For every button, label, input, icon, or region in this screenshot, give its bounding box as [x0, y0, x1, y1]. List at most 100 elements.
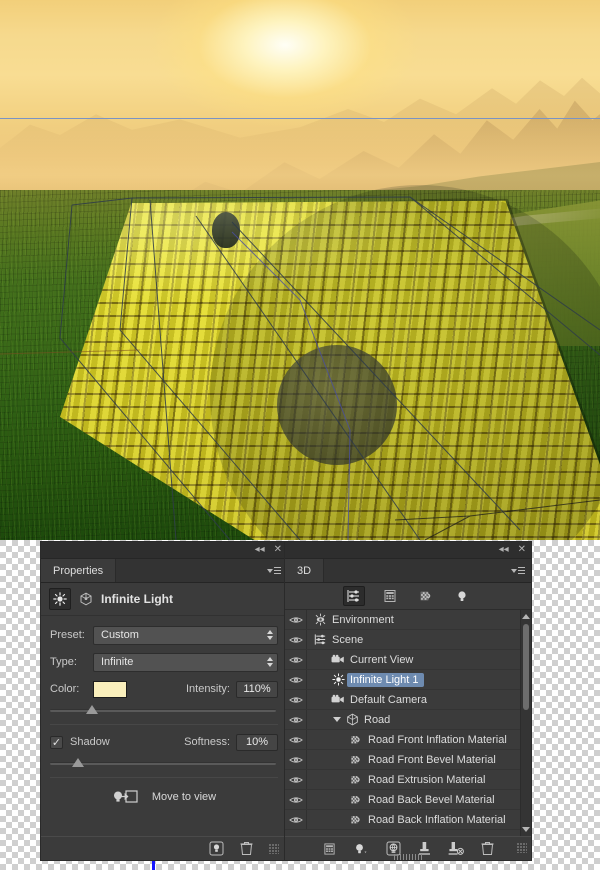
eye-icon[interactable] [285, 610, 307, 629]
preset-row: Preset: Custom [50, 623, 278, 647]
materials-filter-icon[interactable] [415, 586, 437, 606]
remove-point-icon[interactable] [448, 841, 464, 856]
delete-icon[interactable] [481, 841, 494, 856]
shadow-row: ✓ Shadow Softness: 10% [50, 730, 278, 754]
chevron-updown-icon [267, 630, 273, 640]
menu-bars-icon [518, 566, 525, 575]
eye-icon[interactable] [285, 670, 307, 689]
material-icon [347, 734, 365, 746]
intensity-slider[interactable] [50, 704, 278, 718]
intensity-label: Intensity: [185, 683, 230, 695]
app-root: ◂◂ ✕ Properties Infinite Light Preset: C… [0, 0, 600, 870]
resize-grip[interactable] [517, 843, 527, 853]
tree-row[interactable]: Infinite Light 1 [285, 670, 531, 690]
coordinates-icon[interactable] [79, 592, 93, 606]
tabrow-filler [116, 559, 287, 582]
caret-down-icon [511, 568, 517, 573]
tree-row[interactable]: Road Back Bevel Material [285, 790, 531, 810]
properties-header: Infinite Light [41, 583, 287, 616]
tree-item-label: Road Front Inflation Material [368, 733, 507, 746]
eye-icon[interactable] [285, 790, 307, 809]
properties-tabrow: Properties [41, 559, 287, 583]
resize-grip[interactable] [269, 843, 279, 854]
light-color-swatch[interactable] [93, 680, 127, 698]
material-icon [347, 774, 365, 786]
scene-tree[interactable]: Environment Scene Current View Infinite Lig… [285, 610, 531, 836]
properties-body: Preset: Custom Type: Infinite Color: Int… [41, 616, 287, 811]
panel-menu-icon[interactable] [511, 565, 525, 576]
caret-down-icon [267, 568, 273, 573]
preset-select[interactable]: Custom [93, 625, 278, 645]
add-light-icon[interactable] [353, 842, 369, 856]
material-icon [347, 754, 365, 766]
tree-row[interactable]: Current View [285, 650, 531, 670]
tree-row[interactable]: Default Camera [285, 690, 531, 710]
close-icon[interactable]: ✕ [274, 545, 282, 555]
softness-slider-thumb[interactable] [72, 758, 84, 767]
eye-icon[interactable] [285, 650, 307, 669]
light-gizmo-nub[interactable] [212, 212, 240, 248]
lights-filter-icon[interactable] [451, 586, 473, 606]
menu-bars-icon [274, 566, 281, 575]
scene-filter-icon[interactable] [343, 586, 365, 606]
tab-3d[interactable]: 3D [285, 559, 325, 582]
shadow-checkbox[interactable]: ✓ [50, 735, 63, 749]
properties-panel[interactable]: ◂◂ ✕ Properties Infinite Light Preset: C… [40, 541, 288, 861]
type-select[interactable]: Infinite [93, 652, 278, 672]
threed-footer [285, 836, 531, 860]
softness-field[interactable]: 10% [236, 733, 278, 751]
close-icon[interactable]: ✕ [518, 545, 526, 555]
scrollbar-thumb[interactable] [523, 624, 529, 710]
light-type-icon[interactable] [49, 588, 71, 610]
chevron-updown-icon [267, 657, 273, 667]
tree-row[interactable]: Road Extrusion Material [285, 770, 531, 790]
softness-slider[interactable] [50, 757, 278, 771]
intensity-slider-thumb[interactable] [86, 705, 98, 714]
move-to-view-icon [112, 789, 138, 805]
camera-icon [329, 654, 347, 665]
intensity-field[interactable]: 110% [236, 680, 278, 698]
add-mesh-icon[interactable] [323, 842, 336, 856]
preset-label: Preset: [50, 629, 85, 641]
tree-row[interactable]: Road [285, 710, 531, 730]
type-row: Type: Infinite [50, 650, 278, 674]
mesh-icon [343, 713, 361, 726]
horizontal-guide[interactable] [0, 118, 600, 119]
tree-row[interactable]: Road Front Bevel Material [285, 750, 531, 770]
preset-value: Custom [101, 629, 139, 641]
eye-icon[interactable] [285, 730, 307, 749]
delete-icon[interactable] [240, 841, 253, 856]
light-icon [329, 673, 347, 686]
tree-scrollbar[interactable] [520, 610, 531, 836]
eye-icon[interactable] [285, 810, 307, 829]
eye-icon[interactable] [285, 710, 307, 729]
disclosure-triangle-icon[interactable] [333, 717, 341, 722]
tree-row[interactable]: Road Back Inflation Material [285, 810, 531, 830]
document-image[interactable] [0, 0, 600, 540]
scroll-up-icon[interactable] [521, 610, 531, 623]
eye-icon[interactable] [285, 630, 307, 649]
mesh-filter-icon[interactable] [379, 586, 401, 606]
eye-icon[interactable] [285, 690, 307, 709]
collapse-icon[interactable]: ◂◂ [499, 545, 509, 555]
camera-icon [329, 694, 347, 705]
light-gizmo-handle[interactable] [277, 345, 397, 465]
tab-properties[interactable]: Properties [41, 559, 117, 582]
panel-menu-icon[interactable] [267, 565, 281, 576]
tree-item-label: Current View [350, 653, 414, 666]
move-to-view-button[interactable]: Move to view [50, 783, 278, 811]
color-label: Color: [50, 683, 80, 695]
add-light-icon[interactable] [209, 841, 224, 856]
tree-row[interactable]: Scene [285, 630, 531, 650]
scroll-down-icon[interactable] [521, 823, 531, 836]
tree-row[interactable]: Road Front Inflation Material [285, 730, 531, 750]
eye-icon[interactable] [285, 770, 307, 789]
tree-item-label: Scene [332, 633, 364, 646]
threed-panel[interactable]: ◂◂ ✕ 3D Environment Scene Current View I… [284, 541, 532, 861]
tree-row[interactable]: Environment [285, 610, 531, 630]
collapse-icon[interactable]: ◂◂ [255, 545, 265, 555]
threed-titlebar: ◂◂ ✕ [285, 542, 531, 559]
dock-grip[interactable] [394, 854, 422, 860]
color-intensity-row: Color: Intensity: 110% [50, 677, 278, 701]
eye-icon[interactable] [285, 750, 307, 769]
